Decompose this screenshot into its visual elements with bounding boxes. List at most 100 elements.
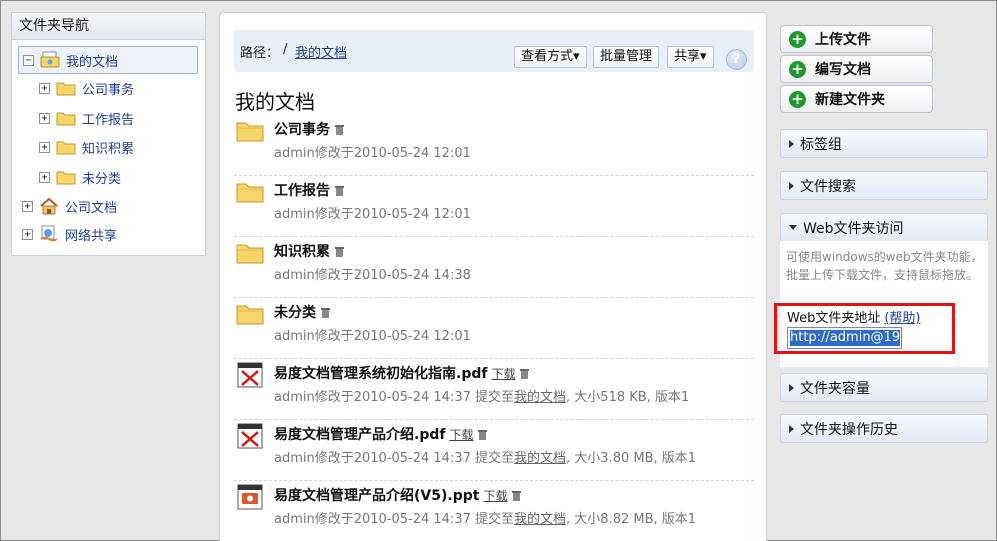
add-icon: +: [789, 90, 806, 108]
delete-icon[interactable]: [478, 429, 488, 440]
collapse-icon[interactable]: −: [23, 54, 34, 66]
path-separator: /: [283, 42, 288, 57]
view-mode-dropdown[interactable]: 查看方式▾: [514, 46, 587, 68]
expand-icon[interactable]: +: [39, 171, 50, 183]
tree-item-network-share[interactable]: + 网络共享: [22, 221, 117, 247]
webdav-address-input[interactable]: http://admin@19: [787, 327, 902, 349]
list-item: 未分类 admin修改于2010-05-24 12:01: [234, 298, 754, 359]
list-item: 易度文档管理产品介绍(V5).ppt 下载 admin修改于2010-05-24 …: [234, 481, 754, 541]
help-icon[interactable]: ?: [726, 49, 747, 70]
location-link[interactable]: 我的文档: [514, 451, 566, 466]
item-meta: admin修改于2010-05-24 12:01: [274, 329, 471, 344]
item-meta: admin修改于2010-05-24 14:37 提交至我的文档, 大小518 …: [274, 390, 690, 405]
list-item: 知识积累 admin修改于2010-05-24 14:38: [234, 237, 754, 298]
tree-item-company-documents[interactable]: + 公司文档: [22, 193, 117, 219]
folder-icon[interactable]: [236, 239, 264, 267]
add-icon: +: [789, 60, 806, 78]
list-item: 工作报告 admin修改于2010-05-24 12:01: [234, 176, 754, 237]
download-link[interactable]: 下载: [449, 428, 473, 442]
item-meta: admin修改于2010-05-24 14:38: [274, 268, 471, 283]
path-label: 路径：: [240, 46, 280, 61]
collapse-arrow-icon: [789, 225, 797, 230]
folder-icon[interactable]: [236, 178, 264, 206]
webdav-help-link[interactable]: (帮助): [884, 311, 920, 326]
tree-item-company-affairs[interactable]: + 公司事务: [39, 75, 134, 101]
expand-icon[interactable]: +: [39, 112, 50, 124]
list-item: 易度文档管理系统初始化指南.pdf 下载 admin修改于2010-05-24 1…: [234, 359, 754, 420]
network-share-icon: [40, 225, 58, 242]
batch-manage-button[interactable]: 批量管理: [593, 46, 660, 68]
folder-icon[interactable]: [236, 117, 264, 145]
item-name-link[interactable]: 未分类: [274, 302, 330, 322]
item-meta: admin修改于2010-05-24 12:01: [274, 207, 471, 222]
ppt-file-icon[interactable]: [236, 483, 264, 511]
tree-item-label: 公司文档: [65, 200, 118, 216]
new-folder-button[interactable]: + 新建文件夹: [780, 85, 933, 113]
expand-icon[interactable]: +: [22, 228, 33, 240]
item-name-link[interactable]: 易度文档管理产品介绍.pdf 下载: [274, 424, 488, 444]
breadcrumb-link-my-documents[interactable]: 我的文档: [295, 42, 347, 61]
webdav-description: 可使用windows的web文件夹功能，批量上传下载文件，支持鼠标拖放。: [786, 250, 983, 282]
item-meta: admin修改于2010-05-24 14:37 提交至我的文档, 大小8.82…: [274, 512, 697, 527]
tree-item-label: 工作报告: [82, 112, 135, 128]
pdf-file-icon[interactable]: [236, 422, 264, 450]
tree-item-label: 公司事务: [82, 82, 135, 98]
tree-item-label: 网络共享: [65, 228, 118, 244]
list-item: 公司事务 admin修改于2010-05-24 12:01: [234, 115, 754, 176]
delete-icon[interactable]: [335, 246, 344, 257]
folder-navigation-title: 文件夹导航: [12, 13, 205, 40]
tree-item-uncategorized[interactable]: + 未分类: [39, 164, 121, 190]
delete-icon[interactable]: [512, 490, 522, 501]
pdf-file-icon[interactable]: [236, 361, 264, 389]
item-name-link[interactable]: 易度文档管理系统初始化指南.pdf 下载: [274, 363, 530, 383]
upload-file-button[interactable]: + 上传文件: [780, 25, 933, 53]
file-search-panel-header[interactable]: 文件搜索: [780, 171, 988, 200]
item-meta: admin修改于2010-05-24 12:01: [274, 146, 471, 161]
folder-quota-panel-header[interactable]: 文件夹容量: [780, 373, 988, 402]
expand-icon[interactable]: +: [39, 82, 50, 94]
tree-item-knowledge[interactable]: + 知识积累: [39, 134, 134, 160]
add-icon: +: [789, 30, 806, 48]
share-dropdown[interactable]: 共享▾: [667, 46, 714, 68]
list-item: 易度文档管理产品介绍.pdf 下载 admin修改于2010-05-24 14:3…: [234, 420, 754, 481]
item-name-link[interactable]: 易度文档管理产品介绍(V5).ppt 下载: [274, 485, 522, 505]
item-name-link[interactable]: 公司事务: [274, 119, 344, 139]
webdav-address-label: Web文件夹地址 (帮助): [787, 311, 921, 326]
folder-history-panel-header[interactable]: 文件夹操作历史: [780, 414, 988, 443]
folder-icon: [56, 82, 76, 96]
expand-arrow-icon: [789, 424, 794, 433]
location-link[interactable]: 我的文档: [514, 390, 566, 405]
folder-icon: [56, 141, 76, 155]
delete-icon[interactable]: [520, 368, 530, 379]
expand-icon[interactable]: +: [22, 200, 33, 212]
folder-icon[interactable]: [236, 300, 264, 328]
expand-icon[interactable]: +: [39, 141, 50, 153]
tag-group-panel-header[interactable]: 标签组: [780, 129, 988, 158]
folder-navigation-panel: 文件夹导航 − 我的文档 + 公司事务 + 工作报告 + 知识积累 + 未分类 …: [11, 12, 206, 256]
webdav-address-value: http://admin@19: [790, 330, 901, 346]
delete-icon[interactable]: [335, 185, 344, 196]
write-document-button[interactable]: + 编写文档: [780, 55, 933, 83]
expand-arrow-icon: [789, 181, 794, 190]
tree-item-my-documents[interactable]: − 我的文档: [18, 46, 198, 74]
expand-arrow-icon: [789, 383, 794, 392]
download-link[interactable]: 下载: [483, 489, 507, 503]
page-title: 我的文档: [235, 90, 315, 114]
tree-item-label: 知识积累: [82, 141, 135, 157]
company-home-icon: [40, 197, 58, 215]
tree-item-label: 未分类: [82, 171, 122, 187]
my-documents-icon: [40, 51, 60, 68]
expand-arrow-icon: [789, 139, 794, 148]
delete-icon[interactable]: [321, 307, 330, 318]
item-name-link[interactable]: 工作报告: [274, 180, 344, 200]
download-link[interactable]: 下载: [491, 367, 515, 381]
folder-icon: [56, 171, 76, 185]
delete-icon[interactable]: [335, 124, 344, 135]
tree-item-label: 我的文档: [66, 54, 119, 70]
folder-icon: [56, 112, 76, 126]
location-link[interactable]: 我的文档: [514, 512, 566, 527]
webdav-panel-header[interactable]: Web文件夹访问: [780, 213, 988, 242]
main-content-panel: 路径： / 我的文档 查看方式▾ 批量管理 共享▾ ? 我的文档 公司事务 ad…: [219, 12, 767, 541]
item-name-link[interactable]: 知识积累: [274, 241, 344, 261]
tree-item-work-reports[interactable]: + 工作报告: [39, 105, 134, 131]
